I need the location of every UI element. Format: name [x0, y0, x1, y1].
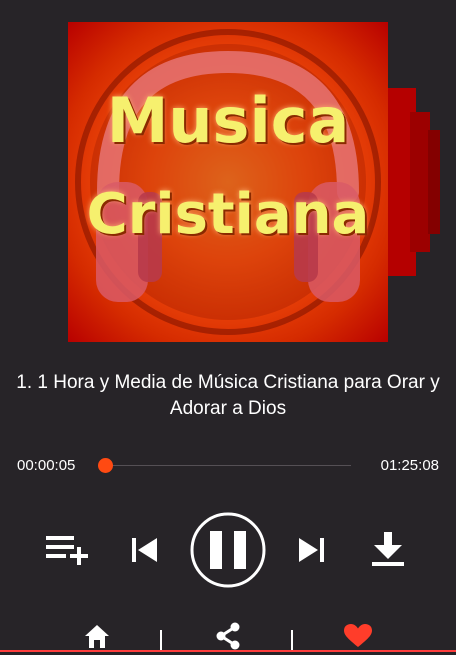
- download-icon: [372, 532, 404, 566]
- skip-next-icon: [299, 538, 324, 562]
- artwork-title-line-2: Cristiana: [86, 182, 370, 247]
- album-artwork: Musica Cristiana: [0, 0, 456, 345]
- total-time: 01:25:08: [380, 457, 439, 474]
- album-cover: Musica Cristiana: [68, 22, 388, 342]
- nav-divider: [291, 630, 293, 650]
- artwork-title-line-1: Musica: [106, 84, 350, 157]
- elapsed-time: 00:00:05: [17, 457, 76, 474]
- skip-previous-icon: [132, 538, 157, 562]
- share-icon: [216, 622, 240, 650]
- nav-divider: [160, 630, 162, 650]
- seek-bar-track[interactable]: [105, 465, 351, 466]
- artwork-stack-shadow: [428, 130, 440, 234]
- artwork-stack-shadow: [410, 112, 430, 252]
- download-button[interactable]: [370, 530, 406, 568]
- bottom-navigation: [0, 618, 456, 652]
- play-pause-button[interactable]: [190, 512, 266, 588]
- previous-button[interactable]: [129, 534, 161, 566]
- next-button[interactable]: [295, 534, 327, 566]
- favorite-button[interactable]: [344, 624, 372, 653]
- pause-icon: [190, 512, 266, 588]
- track-title: 1. 1 Hora y Media de Música Cristiana pa…: [16, 372, 440, 419]
- seek-bar-thumb[interactable]: [98, 458, 114, 473]
- home-button[interactable]: [84, 624, 110, 653]
- add-to-playlist-button[interactable]: [44, 532, 92, 568]
- heart-icon: [344, 624, 372, 647]
- playlist-add-icon: [46, 536, 88, 565]
- home-icon: [85, 625, 109, 648]
